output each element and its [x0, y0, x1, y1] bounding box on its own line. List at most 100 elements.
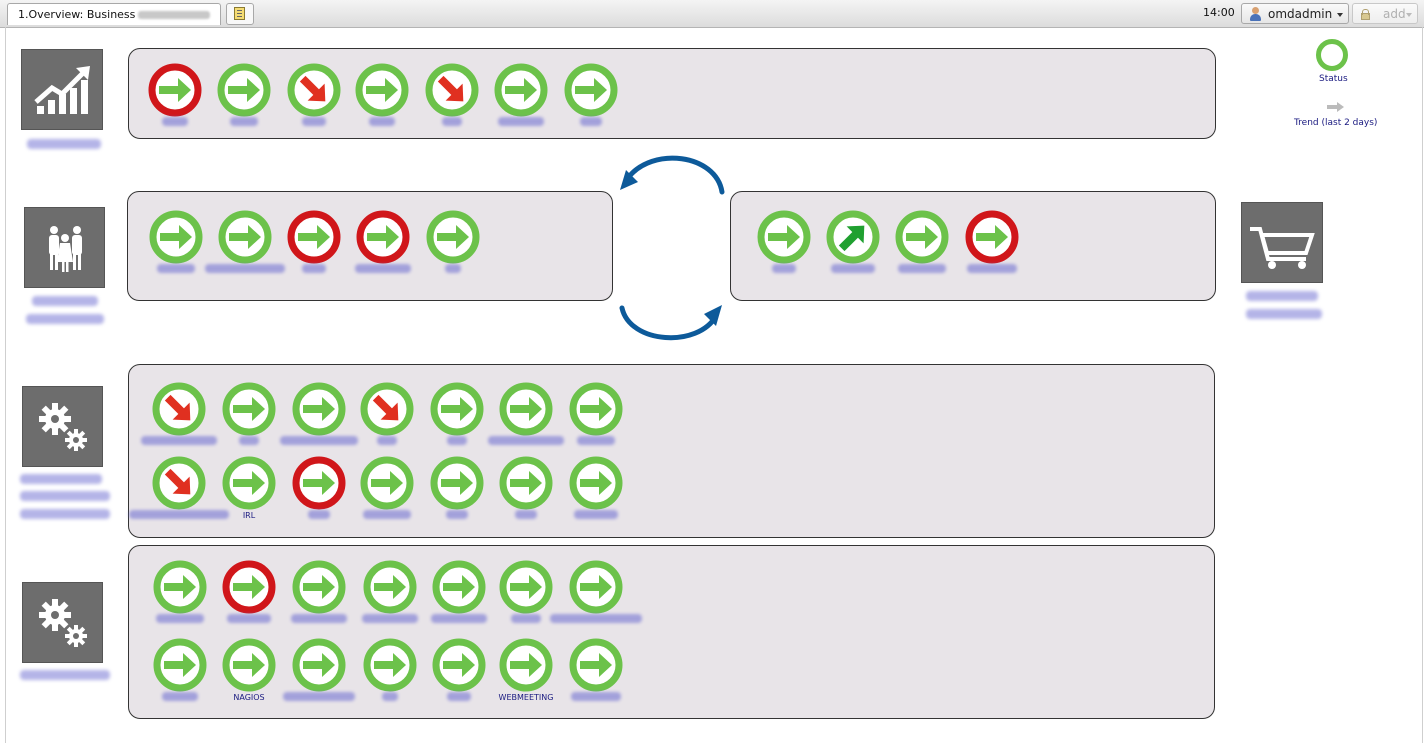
node-label[interactable] — [831, 264, 875, 273]
gears-icon[interactable] — [22, 386, 103, 467]
node-label[interactable] — [431, 614, 487, 623]
node-label[interactable] — [571, 692, 621, 701]
status-node-ok[interactable] — [362, 637, 418, 701]
node-label[interactable] — [446, 510, 468, 519]
node-label[interactable] — [302, 264, 326, 273]
status-node-ok[interactable] — [424, 62, 480, 126]
status-node-ok[interactable]: IRL — [221, 455, 277, 520]
status-node-critical[interactable] — [355, 209, 411, 273]
node-label[interactable] — [377, 436, 397, 445]
status-node-ok[interactable] — [152, 559, 208, 623]
status-node-ok[interactable] — [354, 62, 410, 126]
status-node-critical[interactable] — [147, 62, 203, 126]
node-label[interactable] — [488, 436, 564, 445]
status-node-ok[interactable] — [221, 381, 277, 445]
side-label-4c[interactable] — [20, 509, 110, 519]
status-node-ok[interactable]: WEBMEETING — [498, 637, 554, 702]
gears-icon[interactable] — [22, 582, 103, 663]
node-label[interactable]: IRL — [243, 511, 255, 520]
status-node-ok[interactable] — [362, 559, 418, 623]
status-node-ok[interactable] — [359, 455, 415, 519]
shopping-cart-icon[interactable] — [1241, 202, 1323, 283]
node-label[interactable] — [157, 264, 195, 273]
node-label[interactable] — [302, 117, 326, 126]
tab-overview-business[interactable]: 1.Overview: Business — [7, 3, 221, 25]
node-label[interactable] — [283, 692, 355, 701]
status-node-ok[interactable] — [286, 62, 342, 126]
status-node-ok[interactable] — [498, 559, 554, 623]
node-label[interactable] — [230, 117, 258, 126]
node-label[interactable] — [382, 692, 398, 701]
status-node-critical[interactable] — [221, 559, 277, 623]
side-label-5[interactable] — [20, 670, 110, 680]
side-label-1[interactable] — [27, 139, 101, 149]
node-label[interactable] — [239, 436, 259, 445]
status-node-ok[interactable] — [563, 62, 619, 126]
status-node-ok[interactable] — [280, 381, 358, 445]
node-label[interactable] — [498, 117, 544, 126]
new-map-button[interactable] — [226, 3, 254, 25]
node-label[interactable] — [967, 264, 1017, 273]
status-node-ok[interactable] — [148, 209, 204, 273]
node-label[interactable] — [442, 117, 462, 126]
status-node-ok[interactable] — [568, 637, 624, 701]
side-label-3b[interactable] — [1246, 309, 1322, 319]
status-node-ok[interactable] — [425, 209, 481, 273]
node-label[interactable] — [162, 117, 188, 126]
node-label[interactable] — [205, 264, 285, 273]
status-node-ok[interactable] — [894, 209, 950, 273]
node-label[interactable] — [577, 436, 615, 445]
node-label[interactable] — [355, 264, 411, 273]
node-label[interactable] — [515, 510, 537, 519]
status-node-critical[interactable] — [286, 209, 342, 273]
status-node-ok[interactable] — [825, 209, 881, 273]
status-node-ok[interactable] — [550, 559, 642, 623]
node-label[interactable] — [141, 436, 217, 445]
node-label[interactable] — [291, 614, 347, 623]
side-label-4b[interactable] — [20, 491, 110, 501]
status-node-ok[interactable] — [152, 637, 208, 701]
node-label[interactable] — [280, 436, 358, 445]
node-label[interactable] — [447, 692, 471, 701]
status-node-critical[interactable] — [964, 209, 1020, 273]
side-label-2b[interactable] — [26, 314, 104, 324]
side-label-3a[interactable] — [1246, 291, 1318, 301]
node-label[interactable] — [308, 510, 330, 519]
status-node-ok[interactable] — [568, 455, 624, 519]
status-node-ok[interactable] — [141, 381, 217, 445]
chart-growth-icon[interactable] — [21, 49, 103, 130]
node-label[interactable] — [580, 117, 602, 126]
status-node-ok[interactable] — [431, 637, 487, 701]
add-menu-button[interactable]: add — [1352, 3, 1418, 24]
node-label[interactable] — [362, 614, 418, 623]
node-label[interactable] — [447, 436, 467, 445]
status-node-ok[interactable] — [216, 62, 272, 126]
people-icon[interactable] — [24, 207, 105, 288]
status-node-ok[interactable]: NAGIOS — [221, 637, 277, 702]
node-label[interactable] — [772, 264, 796, 273]
node-label[interactable]: NAGIOS — [233, 693, 264, 702]
user-menu-button[interactable]: omdadmin — [1241, 3, 1349, 24]
node-label[interactable]: WEBMEETING — [499, 693, 554, 702]
node-label[interactable] — [511, 614, 541, 623]
status-node-ok[interactable] — [291, 559, 347, 623]
node-label[interactable] — [129, 510, 229, 519]
status-node-ok[interactable] — [493, 62, 549, 126]
status-node-ok[interactable] — [431, 559, 487, 623]
node-label[interactable] — [363, 510, 411, 519]
status-node-ok[interactable] — [498, 455, 554, 519]
node-label[interactable] — [227, 614, 271, 623]
status-node-ok[interactable] — [568, 381, 624, 445]
status-node-ok[interactable] — [429, 455, 485, 519]
status-node-ok[interactable] — [488, 381, 564, 445]
node-label[interactable] — [574, 510, 618, 519]
status-node-ok[interactable] — [359, 381, 415, 445]
side-label-4a[interactable] — [20, 474, 102, 484]
node-label[interactable] — [162, 692, 198, 701]
status-node-ok[interactable] — [129, 455, 229, 519]
status-node-ok[interactable] — [283, 637, 355, 701]
node-label[interactable] — [550, 614, 642, 623]
status-node-ok[interactable] — [756, 209, 812, 273]
node-label[interactable] — [369, 117, 395, 126]
status-node-critical[interactable] — [291, 455, 347, 519]
